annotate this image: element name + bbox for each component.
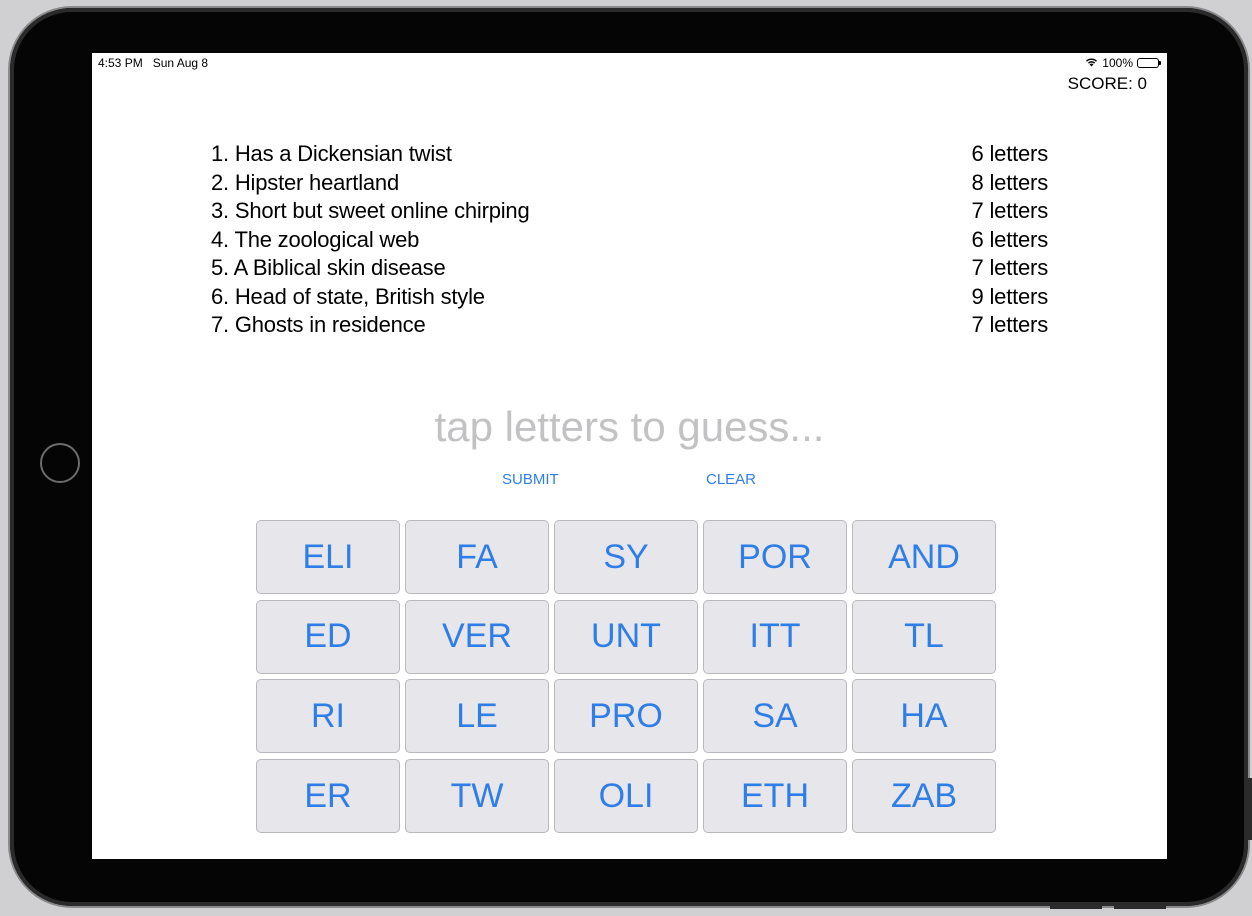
- clue-length: 7 letters: [971, 255, 1049, 280]
- letter-tile[interactable]: ETH: [703, 759, 847, 834]
- status-time-date: 4:53 PM Sun Aug 8: [98, 56, 208, 70]
- letter-tile[interactable]: OLI: [554, 759, 698, 834]
- wifi-icon: [1085, 57, 1098, 69]
- letter-tile[interactable]: SY: [554, 520, 698, 594]
- clue-text: 1. Has a Dickensian twist: [211, 141, 452, 166]
- letter-tile[interactable]: AND: [852, 520, 996, 594]
- letter-tile[interactable]: SA: [703, 679, 847, 754]
- status-indicators: 100%: [1085, 56, 1161, 70]
- top-button-right: [1114, 905, 1166, 909]
- clue-row: 3. Short but sweet online chirping 7 let…: [211, 197, 1048, 226]
- clue-row: 4. The zoological web 6 letters: [211, 226, 1048, 255]
- clue-length: 9 letters: [971, 283, 1049, 309]
- letter-tile[interactable]: TL: [852, 599, 996, 674]
- letter-tile[interactable]: LE: [405, 679, 549, 754]
- clue-row: 1. Has a Dickensian twist 6 letters: [211, 140, 1048, 169]
- letter-tile[interactable]: RI: [256, 679, 400, 754]
- letter-tile[interactable]: HA: [852, 679, 996, 754]
- letter-tile[interactable]: ELI: [256, 520, 400, 594]
- battery-icon: [1137, 58, 1161, 68]
- clue-row: 2. Hipster heartland 8 letters: [211, 169, 1048, 198]
- letter-tile[interactable]: UNT: [554, 599, 698, 674]
- clue-text: 7. Ghosts in residence: [211, 312, 426, 337]
- letter-tile[interactable]: ITT: [703, 599, 847, 674]
- submit-button[interactable]: SUBMIT: [502, 471, 559, 488]
- clue-length: 6 letters: [971, 141, 1049, 166]
- clue-length: 6 letters: [971, 226, 1049, 252]
- battery-percent: 100%: [1102, 56, 1133, 70]
- letter-tile[interactable]: ER: [256, 759, 400, 834]
- top-button-left: [1050, 905, 1102, 909]
- letter-tile[interactable]: ED: [256, 599, 400, 674]
- letter-tile[interactable]: ZAB: [852, 759, 996, 834]
- clue-length: 7 letters: [971, 198, 1049, 223]
- clue-length: 8 letters: [971, 169, 1049, 195]
- clue-text: 6. Head of state, British style: [211, 283, 485, 309]
- clue-text: 3. Short but sweet online chirping: [211, 198, 530, 223]
- clear-button[interactable]: CLEAR: [706, 471, 756, 488]
- app-screen: 4:53 PM Sun Aug 8 100% SCORE: 0 1. Has a…: [92, 53, 1167, 859]
- clue-text: 4. The zoological web: [211, 226, 420, 252]
- letter-tile-grid: ELI FA SY POR AND ED VER UNT ITT TL RI L…: [256, 520, 996, 834]
- volume-button: [1246, 778, 1252, 840]
- clue-list: 1. Has a Dickensian twist 6 letters 2. H…: [211, 140, 1048, 340]
- clue-row: 7. Ghosts in residence 7 letters: [211, 311, 1048, 340]
- clue-text: 5. A Biblical skin disease: [211, 255, 446, 280]
- home-button[interactable]: [40, 443, 80, 483]
- letter-tile[interactable]: VER: [405, 599, 549, 674]
- clue-row: 6. Head of state, British style 9 letter…: [211, 283, 1048, 312]
- letter-tile[interactable]: POR: [703, 520, 847, 594]
- status-bar: 4:53 PM Sun Aug 8 100%: [92, 53, 1167, 73]
- score-label: SCORE: 0: [1067, 74, 1147, 93]
- clue-row: 5. A Biblical skin disease 7 letters: [211, 254, 1048, 283]
- status-date: Sun Aug 8: [152, 56, 209, 70]
- letter-tile[interactable]: PRO: [554, 679, 698, 754]
- letter-tile[interactable]: FA: [405, 520, 549, 594]
- status-time: 4:53 PM: [98, 56, 143, 70]
- clue-length: 7 letters: [971, 312, 1049, 337]
- clue-text: 2. Hipster heartland: [211, 169, 399, 195]
- guess-field: tap letters to guess...: [434, 403, 825, 450]
- letter-tile[interactable]: TW: [405, 759, 549, 834]
